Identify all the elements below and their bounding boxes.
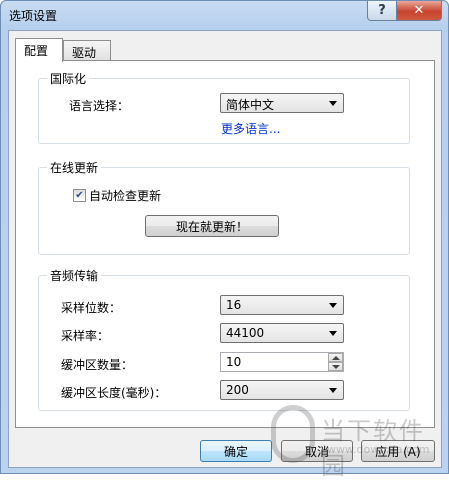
window-title: 选项设置 xyxy=(9,9,58,23)
config-panel: 国际化 语言选择： 简体中文 更多语言... 在线更新 ✔ 自动检查更新 现在就… xyxy=(15,60,435,428)
auto-check-update-label: 自动检查更新 xyxy=(89,189,162,203)
language-label: 语言选择： xyxy=(69,99,130,113)
more-languages-link[interactable]: 更多语言... xyxy=(221,120,280,137)
title-bar[interactable]: 选项设置 ? ✕ xyxy=(1,1,448,29)
close-button[interactable]: ✕ xyxy=(396,1,442,21)
buffer-length-label: 缓冲区长度(毫秒)： xyxy=(61,386,167,400)
online-update-group: 在线更新 ✔ 自动检查更新 现在就更新！ xyxy=(38,159,410,255)
buffer-count-label: 缓冲区数量： xyxy=(61,358,134,372)
buffer-length-select[interactable]: 200 xyxy=(220,380,344,400)
chevron-down-icon xyxy=(329,101,337,106)
audio-group: 音频传输 采样位数： 16 采样率： 44100 缓冲区数量： 10 缓冲区长度… xyxy=(38,267,410,411)
i18n-group-title: 国际化 xyxy=(47,70,90,87)
tab-config[interactable]: 配置 xyxy=(15,38,63,62)
stepper-up-icon[interactable] xyxy=(328,353,343,362)
language-select-value: 简体中文 xyxy=(226,98,275,112)
chevron-down-icon xyxy=(329,303,337,308)
language-select[interactable]: 简体中文 xyxy=(220,93,344,113)
chevron-down-icon xyxy=(329,388,337,393)
help-icon: ? xyxy=(378,3,386,18)
buffer-length-value: 200 xyxy=(226,383,249,397)
sample-rate-value: 44100 xyxy=(226,326,265,340)
sample-rate-label: 采样率： xyxy=(61,329,110,343)
update-now-button[interactable]: 现在就更新！ xyxy=(145,215,279,237)
online-update-group-title: 在线更新 xyxy=(47,159,102,176)
chevron-down-icon xyxy=(329,331,337,336)
close-icon: ✕ xyxy=(413,3,425,18)
sample-bits-value: 16 xyxy=(226,298,242,312)
cancel-button[interactable]: 取消 xyxy=(281,440,353,462)
dialog-body: 配置 驱动 国际化 语言选择： 简体中文 更多语言... 在线更新 ✔ 自动检查… xyxy=(8,30,442,468)
sample-bits-select[interactable]: 16 xyxy=(220,295,344,315)
sample-bits-label: 采样位数： xyxy=(61,301,122,315)
auto-check-update-row[interactable]: ✔ 自动检查更新 xyxy=(73,187,161,204)
sample-rate-select[interactable]: 44100 xyxy=(220,323,344,343)
checkmark-icon: ✔ xyxy=(75,189,84,201)
apply-button[interactable]: 应用 (A) xyxy=(361,440,435,462)
tab-driver[interactable]: 驱动 xyxy=(63,40,111,60)
auto-check-update-checkbox[interactable]: ✔ xyxy=(73,189,86,202)
buffer-count-value: 10 xyxy=(226,355,242,369)
help-button[interactable]: ? xyxy=(367,1,397,21)
buffer-count-stepper[interactable]: 10 xyxy=(220,352,344,372)
stepper-down-icon[interactable] xyxy=(328,362,343,371)
ok-button[interactable]: 确定 xyxy=(200,440,272,462)
audio-group-title: 音频传输 xyxy=(47,267,102,284)
i18n-group: 国际化 语言选择： 简体中文 更多语言... xyxy=(38,70,410,144)
options-dialog: 选项设置 ? ✕ 配置 驱动 国际化 语言选择： 简体中文 更多语言... 在线… xyxy=(0,0,449,480)
